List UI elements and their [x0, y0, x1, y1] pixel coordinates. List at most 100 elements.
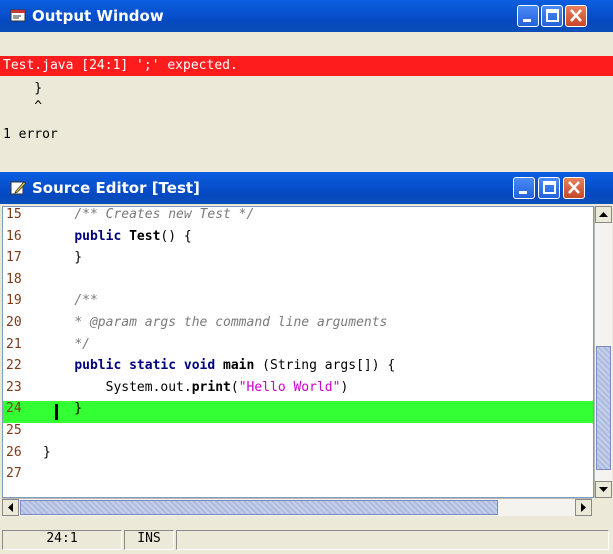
- code-line[interactable]: 27: [3, 466, 593, 488]
- code-text[interactable]: }: [43, 445, 51, 460]
- output-line: ^: [3, 99, 43, 114]
- code-text[interactable]: System.out.print("Hello World"): [43, 379, 349, 395]
- source-editor-titlebar[interactable]: Source Editor [Test]: [0, 172, 613, 204]
- line-number: 20: [6, 315, 22, 330]
- code-text[interactable]: }: [43, 250, 82, 265]
- status-bar: 24:1 INS: [0, 528, 613, 554]
- scroll-up-button[interactable]: [595, 206, 612, 223]
- scroll-left-button[interactable]: [2, 499, 19, 516]
- arrow-down-icon: [599, 487, 608, 492]
- code-line[interactable]: 18: [3, 272, 593, 294]
- minimize-icon: [523, 19, 531, 22]
- code-token: (String args[]) {: [254, 358, 396, 374]
- close-button[interactable]: [565, 5, 587, 27]
- code-line[interactable]: 25: [3, 423, 593, 445]
- line-number: 22: [6, 358, 22, 374]
- horizontal-scroll-thumb[interactable]: [20, 500, 498, 515]
- code-token: */: [74, 336, 90, 352]
- output-window-title: Output Window: [32, 7, 164, 25]
- line-number: 23: [6, 379, 22, 395]
- line-number: 21: [6, 336, 22, 352]
- line-number: 24: [6, 401, 22, 417]
- status-message: [176, 530, 609, 550]
- vertical-scroll-thumb[interactable]: [596, 346, 611, 470]
- line-number: 25: [6, 423, 22, 438]
- maximize-button[interactable]: [541, 5, 563, 27]
- code-line[interactable]: 17 }: [3, 250, 593, 272]
- error-message[interactable]: Test.java [24:1] ';' expected.: [3, 56, 238, 76]
- close-icon: [570, 9, 582, 22]
- source-editor-title: Source Editor [Test]: [32, 179, 200, 197]
- code-token: * @param args the command line arguments: [74, 315, 388, 330]
- code-line[interactable]: 20 * @param args the command line argume…: [3, 315, 593, 337]
- minimize-button[interactable]: [513, 177, 535, 199]
- maximize-button[interactable]: [538, 177, 560, 199]
- code-text[interactable]: public Test() {: [43, 228, 191, 244]
- code-token: main: [223, 358, 255, 374]
- horizontal-scrollbar[interactable]: [2, 498, 592, 516]
- code-token: Test: [129, 228, 161, 244]
- current-line[interactable]: 24 }: [3, 401, 593, 423]
- arrow-right-icon: [581, 503, 586, 512]
- minimize-button[interactable]: [517, 5, 539, 27]
- vertical-scrollbar[interactable]: [594, 206, 612, 498]
- output-window-titlebar[interactable]: Output Window: [0, 0, 613, 32]
- source-editor-window: Source Editor [Test] 15 /** Creates new …: [0, 172, 613, 554]
- scroll-down-button[interactable]: [595, 481, 612, 498]
- line-number: 15: [6, 207, 22, 222]
- code-token: "Hello World": [238, 379, 341, 395]
- output-line: }: [3, 81, 43, 96]
- code-token: System.out.: [43, 379, 192, 395]
- cursor-position: 24:1: [2, 530, 122, 550]
- code-text[interactable]: /** Creates new Test */: [43, 207, 254, 222]
- code-line[interactable]: 22 public static void main (String args[…: [3, 358, 593, 380]
- line-number: 18: [6, 271, 22, 287]
- code-line[interactable]: 16 public Test() {: [3, 229, 593, 251]
- code-token: public static void: [74, 358, 216, 374]
- output-pane[interactable]: Test.java [24:1] ';' expected. } ^ 1 err…: [0, 32, 613, 172]
- code-line[interactable]: 26}: [3, 445, 593, 467]
- code-token: (: [230, 379, 239, 395]
- code-token: }: [43, 250, 83, 266]
- code-editor[interactable]: 15 /** Creates new Test */16 public Test…: [2, 206, 594, 498]
- code-token: /**: [74, 293, 98, 309]
- code-text[interactable]: }: [43, 401, 82, 416]
- code-line[interactable]: 15 /** Creates new Test */: [3, 207, 593, 229]
- code-token: print: [191, 379, 231, 395]
- code-line[interactable]: 19 /**: [3, 293, 593, 315]
- code-token: }: [43, 401, 83, 417]
- output-window-icon: [10, 9, 26, 22]
- maximize-icon: [543, 181, 556, 194]
- arrow-up-icon: [599, 212, 608, 217]
- code-text[interactable]: * @param args the command line arguments: [43, 315, 387, 330]
- code-line[interactable]: 23 System.out.print("Hello World"): [3, 380, 593, 402]
- line-number: 17: [6, 250, 22, 266]
- code-token: /** Creates new Test */: [74, 207, 255, 222]
- close-button[interactable]: [563, 177, 585, 199]
- editor-icon: [10, 181, 26, 195]
- code-text[interactable]: public static void main (String args[]) …: [43, 358, 395, 373]
- output-window: Output Window Test.java [24:1] ';' expec…: [0, 0, 613, 172]
- code-text[interactable]: */: [43, 337, 90, 352]
- output-line: 1 error: [3, 127, 58, 142]
- text-caret: [55, 404, 58, 421]
- minimize-icon: [519, 191, 527, 194]
- insert-mode: INS: [124, 530, 174, 550]
- code-line[interactable]: 21 */: [3, 337, 593, 359]
- code-token: ): [340, 379, 349, 395]
- code-text[interactable]: /**: [43, 293, 98, 309]
- close-icon: [568, 181, 580, 194]
- line-number: 27: [6, 466, 22, 482]
- arrow-left-icon: [8, 503, 13, 512]
- line-number: 19: [6, 293, 22, 309]
- scroll-right-button[interactable]: [575, 499, 592, 516]
- code-token: }: [43, 444, 51, 460]
- line-number: 26: [6, 444, 22, 460]
